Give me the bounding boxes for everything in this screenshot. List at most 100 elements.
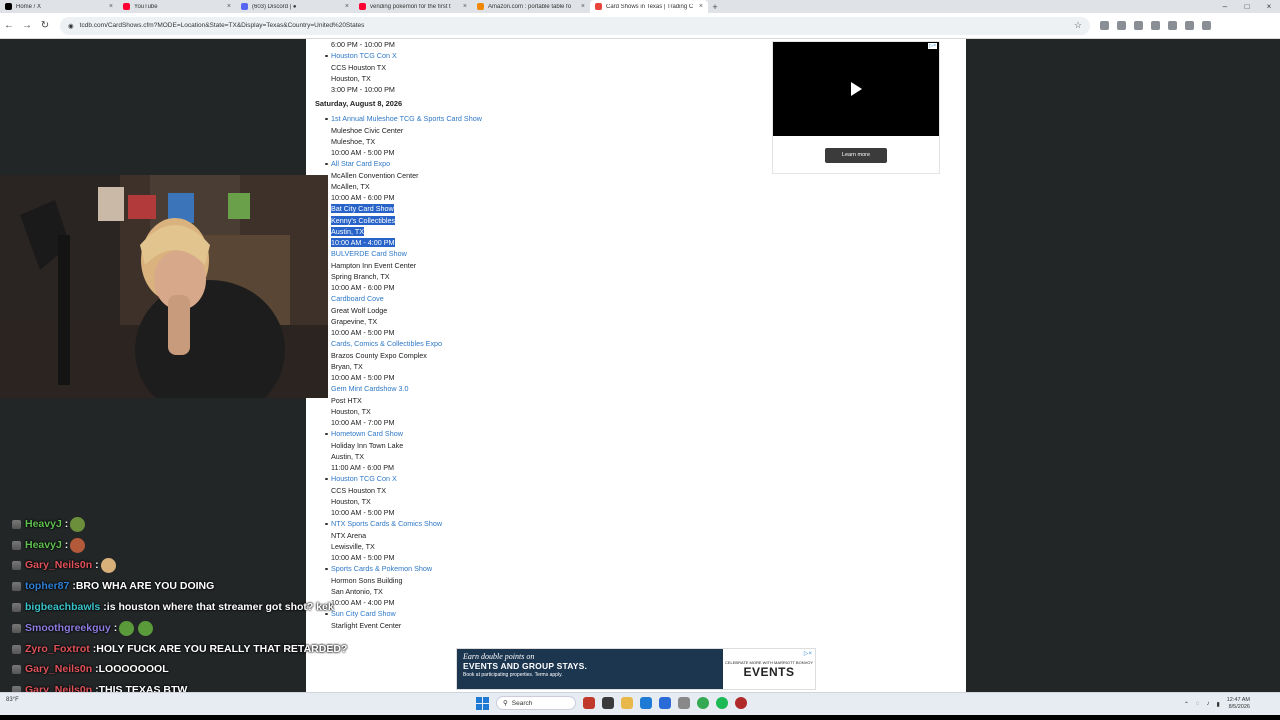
store-icon[interactable] — [659, 697, 671, 709]
start-windows-icon[interactable] — [476, 696, 489, 710]
wifi-icon[interactable]: ◌ — [1196, 701, 1200, 707]
event-detail: 3:00 PM - 10:00 PM — [315, 84, 745, 95]
weather-widget[interactable]: 83°F — [6, 697, 19, 703]
profile-icon[interactable] — [1185, 21, 1194, 30]
close-tab-icon[interactable]: × — [699, 3, 703, 10]
event-link[interactable]: Houston TCG Con X — [331, 474, 397, 483]
event-city-text: Houston, TX — [331, 496, 371, 506]
chat-username[interactable]: HeavyJ — [25, 537, 62, 554]
browser-tab[interactable]: Amazon.com : portable table fo × — [472, 0, 590, 13]
chat-username[interactable]: topher87 — [25, 578, 69, 595]
event-city: Grapevine, TX — [315, 316, 745, 327]
close-tab-icon[interactable]: × — [463, 3, 467, 10]
event-link[interactable]: Bat City Card Show — [331, 204, 394, 214]
date-header: Saturday, August 8, 2026 — [315, 99, 403, 109]
app-icon[interactable] — [583, 697, 595, 709]
emote-icon — [138, 620, 154, 636]
learn-more-button[interactable]: Learn more — [825, 148, 887, 163]
close-tab-icon[interactable]: × — [581, 3, 585, 10]
chat-username[interactable]: Gary_Neils0n — [25, 661, 92, 678]
clock-time: 12:47 AM — [1226, 697, 1250, 703]
emote-icon — [70, 537, 86, 553]
browser-tab[interactable]: vending pokemon for the first t × — [354, 0, 472, 13]
event-item: All Star Card Expo — [315, 158, 745, 169]
chat-username[interactable]: HeavyJ — [25, 516, 62, 533]
extension-icon[interactable] — [1100, 21, 1109, 30]
banner-ad-image[interactable]: Earn double points on EVENTS AND GROUP S… — [457, 649, 723, 689]
event-venue: McAllen Convention Center — [315, 170, 745, 181]
banner-ad[interactable]: Earn double points on EVENTS AND GROUP S… — [456, 648, 816, 690]
clock[interactable]: 12:47 AM 8/5/2026 — [1227, 697, 1250, 711]
menu-icon[interactable] — [1202, 21, 1211, 30]
event-city-text: Spring Branch, TX — [331, 271, 390, 281]
close-tab-icon[interactable]: × — [345, 3, 349, 10]
extension-icon[interactable] — [1134, 21, 1143, 30]
chat-username[interactable]: Gary_Neils0n — [25, 557, 92, 574]
event-venue-text: CCS Houston TX — [331, 485, 386, 495]
event-detail-text: 3:00 PM - 10:00 PM — [331, 85, 395, 94]
task-view-icon[interactable] — [602, 697, 614, 709]
event-link[interactable]: Hometown Card Show — [331, 429, 403, 438]
event-city-text: Austin, TX — [331, 451, 365, 461]
forward-button[interactable]: → — [18, 20, 36, 31]
browser-tab[interactable]: Home / X × — [0, 0, 118, 13]
spotify-icon[interactable] — [716, 697, 728, 709]
chat-username[interactable]: Zyro_Foxtrot — [25, 641, 90, 658]
ad-close-icon[interactable]: ▷× — [804, 650, 812, 657]
event-city-text: McAllen, TX — [331, 181, 370, 191]
obs-icon[interactable] — [735, 697, 747, 709]
video-ad[interactable]: ▷× Learn more — [772, 41, 940, 174]
browser-toolbar: ← → ↻ ◉ tcdb.com/CardShows.cfm?MODE=Loca… — [0, 13, 1280, 39]
event-link[interactable]: BULVERDE Card Show — [331, 249, 407, 258]
event-link[interactable]: All Star Card Expo — [331, 159, 390, 168]
battery-icon[interactable]: ▮ — [1216, 701, 1219, 708]
chat-separator: : — [113, 621, 118, 634]
discord-icon — [241, 3, 248, 10]
bookmark-star-icon[interactable]: ☆ — [1074, 20, 1082, 31]
close-window-button[interactable]: × — [1258, 0, 1280, 13]
back-button[interactable]: ← — [0, 20, 18, 31]
browser-tab[interactable]: YouTube × — [118, 0, 236, 13]
event-city: Bryan, TX — [315, 361, 745, 372]
tray-chevron-icon[interactable]: ⌃ — [1184, 701, 1189, 708]
event-link[interactable]: Houston TCG Con X — [331, 51, 397, 60]
chat-message: topher87: BRO WHA ARE YOU DOING — [4, 576, 444, 597]
event-link[interactable]: Cardboard Cove — [331, 294, 384, 303]
chat-username[interactable]: bigbeachbawls — [25, 599, 100, 616]
chrome-icon[interactable] — [697, 697, 709, 709]
maximize-button[interactable]: □ — [1236, 0, 1258, 13]
banner-brand[interactable]: CELEBRATE MORE WITH MARRIOTT BONVOY EVEN… — [723, 649, 815, 689]
extension-icon[interactable] — [1117, 21, 1126, 30]
youtube-icon — [359, 3, 366, 10]
download-icon[interactable] — [1168, 21, 1177, 30]
close-tab-icon[interactable]: × — [109, 3, 113, 10]
event-city-text: Muleshoe, TX — [331, 136, 376, 146]
minimize-button[interactable]: – — [1214, 0, 1236, 13]
event-link[interactable]: Gem Mint Cardshow 3.0 — [331, 384, 409, 393]
file-explorer-icon[interactable] — [621, 697, 633, 709]
new-tab-button[interactable]: + — [708, 2, 722, 12]
browser-tab[interactable]: (603) Discord | ● × — [236, 0, 354, 13]
ad-choices-icon[interactable]: ▷× — [928, 43, 937, 49]
taskbar-apps: ⚲ Search — [476, 696, 747, 710]
event-item: 1st Annual Muleshoe TCG & Sports Card Sh… — [315, 113, 745, 124]
volume-icon[interactable]: ♪ — [1206, 701, 1209, 707]
chat-username[interactable]: Smoothgreekguy — [25, 620, 111, 637]
address-bar[interactable]: ◉ tcdb.com/CardShows.cfm?MODE=Location&S… — [60, 16, 1090, 35]
close-tab-icon[interactable]: × — [227, 3, 231, 10]
extensions-puzzle-icon[interactable] — [1151, 21, 1160, 30]
event-link[interactable]: Cards, Comics & Collectibles Expo — [331, 339, 442, 348]
tab-title: Card Shows in Texas | Trading C — [606, 3, 694, 10]
edge-icon[interactable] — [640, 697, 652, 709]
event-detail-text: 6:00 PM - 10:00 PM — [331, 40, 395, 49]
play-icon[interactable] — [851, 82, 862, 96]
video-player[interactable]: ▷× — [773, 42, 939, 136]
browser-tab[interactable]: Card Shows in Texas | Trading C × — [590, 0, 708, 13]
site-info-icon[interactable]: ◉ — [68, 22, 74, 30]
reload-button[interactable]: ↻ — [36, 20, 54, 31]
app-icon[interactable] — [678, 697, 690, 709]
event-link[interactable]: 1st Annual Muleshoe TCG & Sports Card Sh… — [331, 114, 482, 123]
taskbar-search[interactable]: ⚲ Search — [496, 696, 576, 710]
emote-icon — [119, 620, 135, 636]
chat-message: HeavyJ: — [4, 535, 444, 556]
